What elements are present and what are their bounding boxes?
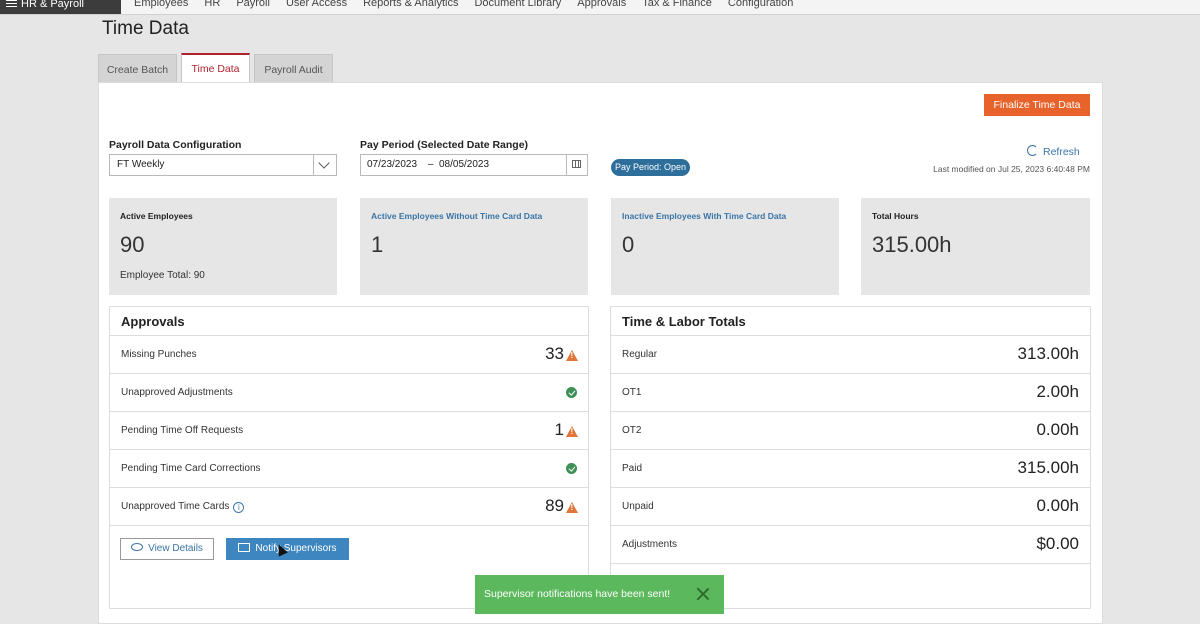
toast-message: Supervisor notifications have been sent! <box>484 588 671 600</box>
period-separator: – <box>428 159 434 170</box>
folder-icon <box>238 543 251 552</box>
approval-row[interactable]: Pending Time Card Corrections <box>110 450 588 488</box>
card-value: 315.00h <box>872 232 952 257</box>
row-value: 2.00h <box>1036 382 1079 401</box>
row-value: 1 <box>554 420 564 439</box>
card-title-link[interactable]: Active Employees Without Time Card Data <box>371 211 542 221</box>
app-name: HR & Payroll <box>21 0 84 10</box>
config-select[interactable]: FT Weekly <box>109 154 337 176</box>
finalize-time-data-button[interactable]: Finalize Time Data <box>984 94 1090 116</box>
row-label: Adjustments <box>622 539 678 550</box>
calendar-button[interactable] <box>566 155 587 175</box>
page-title: Time Data <box>102 18 189 39</box>
config-value: FT Weekly <box>117 159 165 170</box>
card-subtext: Employee Total: 90 <box>120 270 205 281</box>
period-label: Pay Period (Selected Date Range) <box>360 139 529 151</box>
approval-row[interactable]: Pending Time Off Requests 1 <box>110 412 588 450</box>
labor-row: Adjustments $0.00 <box>611 526 1090 564</box>
labor-row: OT2 0.00h <box>611 412 1090 450</box>
row-label: Regular <box>622 349 658 360</box>
nav-reports[interactable]: Reports & Analytics <box>363 0 458 9</box>
config-label: Payroll Data Configuration <box>109 139 242 151</box>
card-title: Total Hours <box>872 211 919 221</box>
row-label: Pending Time Card Corrections <box>121 463 261 474</box>
refresh-button[interactable]: Refresh <box>1027 145 1080 158</box>
card-value: 1 <box>371 232 384 257</box>
row-label: Unapproved Adjustments <box>121 387 233 398</box>
notify-supervisors-button[interactable]: Notify Supervisors <box>226 538 349 560</box>
row-value: 0.00h <box>1036 496 1079 515</box>
main-nav: Employees HR Payroll User Access Reports… <box>134 0 809 9</box>
tab-time-data[interactable]: Time Data <box>181 53 250 82</box>
nav-document-library[interactable]: Document Library <box>474 0 561 9</box>
row-value: 315.00h <box>1017 458 1079 477</box>
card-value: 90 <box>120 232 145 257</box>
nav-employees[interactable]: Employees <box>134 0 188 9</box>
row-value: 0.00h <box>1036 420 1079 439</box>
time-labor-panel: Time & Labor Totals Regular 313.00h OT1 … <box>610 306 1091 609</box>
warning-icon <box>566 502 578 513</box>
row-value: $0.00 <box>1036 534 1079 553</box>
nav-approvals[interactable]: Approvals <box>577 0 626 9</box>
card-without-time-card: Active Employees Without Time Card Data … <box>360 198 588 295</box>
pay-period-status-badge: Pay Period: Open <box>611 159 690 176</box>
card-total-hours: Total Hours 315.00h <box>861 198 1090 295</box>
labor-row: OT1 2.00h <box>611 374 1090 412</box>
date-range-input[interactable]: 07/23/2023 – 08/05/2023 <box>360 154 588 176</box>
check-circle-icon <box>566 463 577 474</box>
success-toast: Supervisor notifications have been sent! <box>475 575 724 614</box>
row-value: 33 <box>545 344 564 363</box>
card-title-link[interactable]: Inactive Employees With Time Card Data <box>622 211 786 221</box>
check-circle-icon <box>566 387 577 398</box>
row-label-text: Unapproved Time Cards <box>121 501 230 512</box>
row-label: OT1 <box>622 387 642 398</box>
labor-row: Unpaid 0.00h <box>611 488 1090 526</box>
last-modified-text: Last modified on Jul 25, 2023 6:40:48 PM <box>933 164 1090 174</box>
card-inactive-with-time-card: Inactive Employees With Time Card Data 0 <box>611 198 839 295</box>
approval-row[interactable]: Unapproved Time Cards i 89 <box>110 488 588 526</box>
notify-label: Notify Supervisors <box>255 543 337 554</box>
period-end[interactable]: 08/05/2023 <box>439 155 489 175</box>
row-label: Unpaid <box>622 501 654 512</box>
nav-payroll[interactable]: Payroll <box>236 0 270 9</box>
card-title: Active Employees <box>120 211 193 221</box>
nav-tax-finance[interactable]: Tax & Finance <box>642 0 712 9</box>
approval-row[interactable]: Missing Punches 33 <box>110 336 588 374</box>
warning-icon <box>566 426 578 437</box>
approvals-panel: Approvals Missing Punches 33 Unapproved … <box>109 306 589 609</box>
view-details-button[interactable]: View Details <box>120 538 214 560</box>
tab-payroll-audit[interactable]: Payroll Audit <box>254 54 333 82</box>
row-label: Missing Punches <box>121 349 197 360</box>
warning-icon <box>566 350 578 361</box>
info-icon[interactable]: i <box>233 502 245 513</box>
card-active-employees: Active Employees 90 Employee Total: 90 <box>109 198 337 295</box>
approvals-title: Approvals <box>110 307 588 336</box>
labor-row: Paid 315.00h <box>611 450 1090 488</box>
nav-user-access[interactable]: User Access <box>286 0 347 9</box>
view-details-label: View Details <box>148 543 203 554</box>
row-label: Paid <box>622 463 643 474</box>
row-value: 89 <box>545 496 564 515</box>
refresh-icon <box>1027 145 1038 156</box>
eye-icon <box>131 543 144 551</box>
row-label: OT2 <box>622 425 642 436</box>
row-label: Pending Time Off Requests <box>121 425 244 436</box>
tab-create-batch[interactable]: Create Batch <box>98 54 177 82</box>
chevron-down-icon[interactable] <box>313 155 336 175</box>
row-value: 313.00h <box>1017 344 1079 363</box>
labor-row: Regular 313.00h <box>611 336 1090 374</box>
nav-hr[interactable]: HR <box>204 0 220 9</box>
close-icon[interactable] <box>696 587 710 601</box>
row-label: Unapproved Time Cards i <box>121 501 245 513</box>
period-start[interactable]: 07/23/2023 <box>367 155 417 175</box>
approval-row[interactable]: Unapproved Adjustments <box>110 374 588 412</box>
menu-icon[interactable] <box>6 0 17 7</box>
nav-configuration[interactable]: Configuration <box>728 0 793 9</box>
card-value: 0 <box>622 232 635 257</box>
app-switcher[interactable]: HR & Payroll <box>0 0 121 14</box>
time-labor-title: Time & Labor Totals <box>611 307 1090 336</box>
refresh-label: Refresh <box>1043 146 1080 158</box>
calendar-icon <box>572 160 581 168</box>
